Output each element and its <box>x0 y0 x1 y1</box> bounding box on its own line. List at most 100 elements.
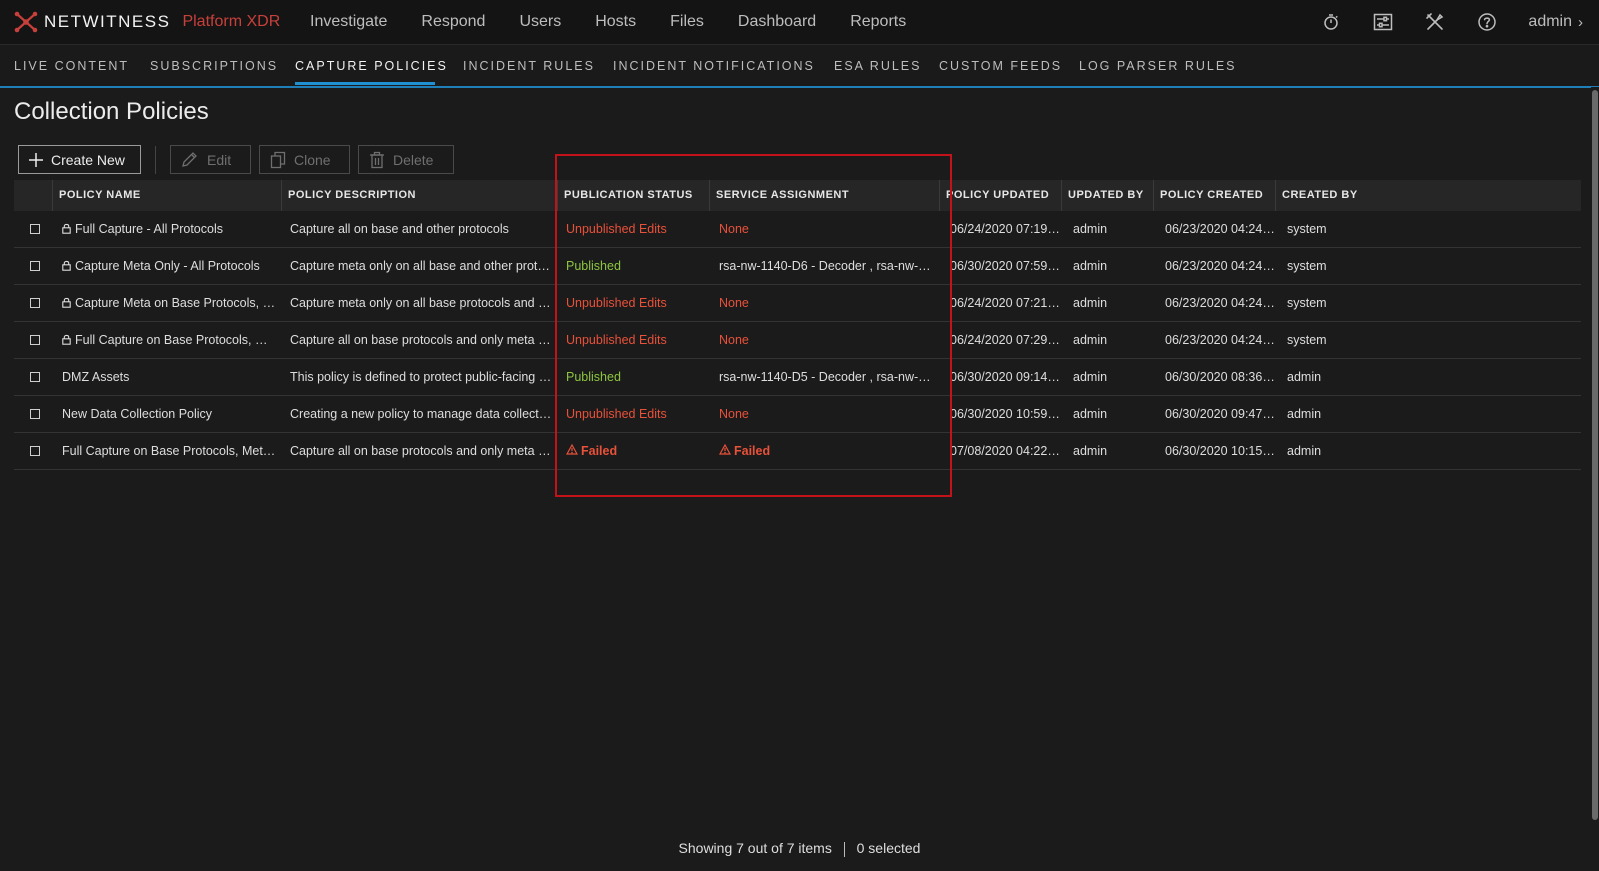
updated-by-cell: admin <box>1073 333 1108 347</box>
service-assignment: rsa-nw-1140-D5 - Decoder , rsa-nw-114... <box>719 370 934 384</box>
top-bar: NETWITNESS Platform XDR Investigate Resp… <box>0 0 1599 45</box>
policies-table: POLICY NAME POLICY DESCRIPTION PUBLICATI… <box>14 180 1581 470</box>
table-row[interactable]: New Data Collection Policy Creating a new… <box>14 396 1581 433</box>
policy-created-cell: 06/30/2020 09:47:... <box>1165 407 1275 421</box>
policy-description-cell: Capture meta only on all base and other … <box>290 259 554 273</box>
tab-incident-notifications[interactable]: INCIDENT NOTIFICATIONS <box>613 59 815 73</box>
publication-status: Failed <box>581 444 618 458</box>
table-header: POLICY NAME POLICY DESCRIPTION PUBLICATI… <box>14 180 1581 211</box>
nav-users[interactable]: Users <box>519 13 561 31</box>
table-row[interactable]: Capture Meta Only - All Protocols Capture… <box>14 248 1581 285</box>
tab-subscriptions[interactable]: SUBSCRIPTIONS <box>150 59 278 73</box>
stopwatch-icon[interactable] <box>1320 11 1342 33</box>
service-assignment: None <box>719 407 749 421</box>
policy-toolbar: Create New Edit Clone Delete <box>18 144 454 175</box>
policy-name: DMZ Assets <box>62 370 130 384</box>
row-checkbox[interactable] <box>30 372 40 382</box>
row-checkbox[interactable] <box>30 224 40 234</box>
publication-status: Unpublished Edits <box>566 296 667 310</box>
policy-name-cell[interactable]: Full Capture on Base Protocols, Meta on.… <box>62 433 277 469</box>
nav-dashboard[interactable]: Dashboard <box>738 13 816 31</box>
policy-name-cell[interactable]: Capture Meta on Base Protocols, Dro... <box>62 285 277 321</box>
tab-capture-policies[interactable]: CAPTURE POLICIES <box>295 59 448 73</box>
col-created-by[interactable]: CREATED BY <box>1275 180 1581 211</box>
publication-status-cell: Unpublished Edits <box>566 322 706 358</box>
publication-status-cell: Unpublished Edits <box>566 285 706 321</box>
plus-icon <box>29 152 43 167</box>
nav-investigate[interactable]: Investigate <box>310 13 387 31</box>
col-service-assignment[interactable]: SERVICE ASSIGNMENT <box>709 180 939 211</box>
edit-label: Edit <box>207 151 232 168</box>
policy-name: Full Capture - All Protocols <box>75 222 223 236</box>
service-assignment: rsa-nw-1140-D6 - Decoder , rsa-nw-114... <box>719 259 934 273</box>
updated-by-cell: admin <box>1073 407 1108 421</box>
footer-divider <box>843 841 845 857</box>
col-policy-description[interactable]: POLICY DESCRIPTION <box>281 180 557 211</box>
nav-files[interactable]: Files <box>670 13 704 31</box>
service-assignment-cell: None <box>719 322 934 358</box>
col-updated-by[interactable]: UPDATED BY <box>1061 180 1153 211</box>
help-icon[interactable] <box>1476 11 1498 33</box>
netwitness-logo[interactable]: NETWITNESS Platform XDR <box>14 10 280 34</box>
table-row[interactable]: Capture Meta on Base Protocols, Dro... Ca… <box>14 285 1581 322</box>
policy-name: New Data Collection Policy <box>62 407 213 421</box>
toolbar-divider <box>155 145 156 174</box>
nav-hosts[interactable]: Hosts <box>595 13 636 31</box>
delete-label: Delete <box>393 151 434 168</box>
tab-live-content[interactable]: LIVE CONTENT <box>14 59 129 73</box>
row-checkbox[interactable] <box>30 409 40 419</box>
col-policy-created[interactable]: POLICY CREATED <box>1153 180 1275 211</box>
user-menu[interactable]: admin › <box>1528 13 1583 31</box>
tab-log-parser-rules[interactable]: LOG PARSER RULES <box>1079 59 1237 73</box>
col-publication-status[interactable]: PUBLICATION STATUS <box>557 180 709 211</box>
policy-name-cell[interactable]: New Data Collection Policy <box>62 396 277 432</box>
table-row[interactable]: Full Capture - All Protocols Capture all … <box>14 211 1581 248</box>
publication-status: Published <box>566 370 621 384</box>
policy-name-cell[interactable]: DMZ Assets <box>62 359 277 395</box>
table-row[interactable]: Full Capture on Base Protocols, Meta on.… <box>14 433 1581 470</box>
policy-description-cell: Capture all on base protocols and only m… <box>290 333 554 347</box>
policy-description-cell: This policy is defined to protect public… <box>290 370 554 384</box>
policy-created-cell: 06/23/2020 04:24:... <box>1165 259 1275 273</box>
row-checkbox[interactable] <box>30 261 40 271</box>
col-policy-name[interactable]: POLICY NAME <box>52 180 281 211</box>
warning-icon <box>719 433 732 469</box>
policy-name-cell[interactable]: Full Capture - All Protocols <box>62 211 277 247</box>
policy-description-cell: Capture all on base and other protocols <box>290 222 509 236</box>
clone-button[interactable]: Clone <box>259 145 350 174</box>
scrollbar-thumb[interactable] <box>1592 90 1598 820</box>
tab-custom-feeds[interactable]: CUSTOM FEEDS <box>939 59 1062 73</box>
item-count: Showing 7 out of 7 items <box>678 840 832 856</box>
col-policy-updated[interactable]: POLICY UPDATED <box>939 180 1061 211</box>
row-checkbox[interactable] <box>30 446 40 456</box>
row-checkbox[interactable] <box>30 298 40 308</box>
nav-reports[interactable]: Reports <box>850 13 906 31</box>
admin-tools-icon[interactable] <box>1424 11 1446 33</box>
table-row[interactable]: DMZ Assets This policy is defined to prot… <box>14 359 1581 396</box>
policy-name-cell[interactable]: Full Capture on Base Protocols, Meta ... <box>62 322 277 358</box>
policy-name: Full Capture on Base Protocols, Meta on.… <box>62 444 277 458</box>
tab-esa-rules[interactable]: ESA RULES <box>834 59 921 73</box>
policy-updated-cell: 06/24/2020 07:21:... <box>950 296 1060 310</box>
policy-updated-cell: 06/30/2020 10:59:... <box>950 407 1060 421</box>
lock-icon <box>62 249 71 284</box>
service-assignment-cell: None <box>719 285 934 321</box>
lock-icon <box>62 212 71 247</box>
policy-name-cell[interactable]: Capture Meta Only - All Protocols <box>62 248 277 284</box>
create-new-button[interactable]: Create New <box>18 145 141 174</box>
row-checkbox[interactable] <box>30 335 40 345</box>
service-assignment: None <box>719 222 749 236</box>
updated-by-cell: admin <box>1073 259 1108 273</box>
policy-updated-cell: 06/24/2020 07:29:... <box>950 333 1060 347</box>
tab-incident-rules[interactable]: INCIDENT RULES <box>463 59 595 73</box>
settings-sliders-icon[interactable] <box>1372 11 1394 33</box>
delete-button[interactable]: Delete <box>358 145 454 174</box>
updated-by-cell: admin <box>1073 222 1108 236</box>
edit-button[interactable]: Edit <box>170 145 251 174</box>
nav-respond[interactable]: Respond <box>421 13 485 31</box>
page-title: Collection Policies <box>14 98 209 125</box>
created-by-cell: system <box>1287 222 1327 236</box>
table-row[interactable]: Full Capture on Base Protocols, Meta ...… <box>14 322 1581 359</box>
policy-description-cell: Capture meta only on all base protocols … <box>290 296 554 310</box>
created-by-cell: system <box>1287 259 1327 273</box>
